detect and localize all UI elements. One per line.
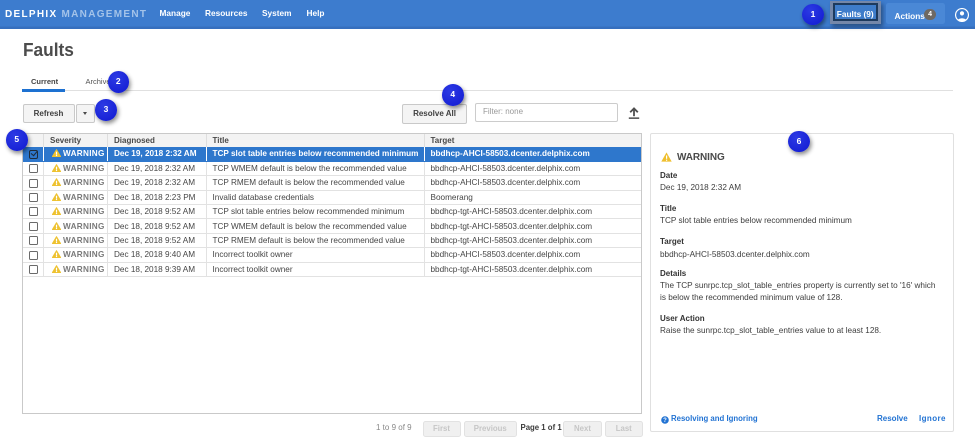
svg-text:?: ? [663,418,667,424]
